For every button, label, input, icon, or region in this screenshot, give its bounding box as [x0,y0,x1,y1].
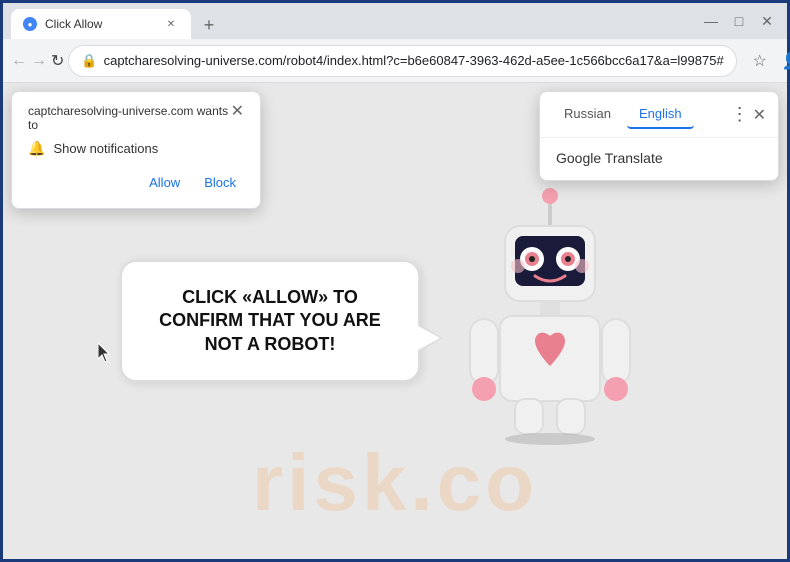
bell-icon: 🔔 [28,140,45,157]
translate-header: Russian English ⋮ ✕ [540,92,778,138]
russian-tab[interactable]: Russian [552,100,623,129]
english-tab[interactable]: English [627,100,694,129]
popup-close-button[interactable]: ✕ [231,104,244,120]
back-button[interactable]: ← [11,47,27,75]
translate-body: Google Translate [540,138,778,180]
url-text: captcharesolving-universe.com/robot4/ind… [104,53,724,68]
window-controls: — □ ✕ [699,9,779,33]
robot-illustration [450,171,670,471]
notification-label: Show notifications [53,141,158,156]
translate-more-button[interactable]: ⋮ [731,104,749,125]
title-bar: ● Click Allow ✕ + — □ ✕ [3,3,787,39]
tab-strip: ● Click Allow ✕ + [11,3,687,39]
reload-button[interactable]: ↻ [51,47,64,75]
speech-bubble: CLICK «ALLOW» TO CONFIRM THAT YOU ARE NO… [120,260,420,382]
translate-service-label: Google Translate [556,150,663,166]
maximize-button[interactable]: □ [727,9,751,33]
close-button[interactable]: ✕ [755,9,779,33]
bubble-text: CLICK «ALLOW» TO CONFIRM THAT YOU ARE NO… [150,286,390,356]
mouse-cursor [98,343,110,361]
tab-close-button[interactable]: ✕ [163,16,179,32]
tab-title: Click Allow [45,17,155,31]
block-button[interactable]: Block [196,169,244,196]
popup-site-text: captcharesolving-universe.com wants to [28,104,231,132]
minimize-button[interactable]: — [699,9,723,33]
main-layout: CLICK «ALLOW» TO CONFIRM THAT YOU ARE NO… [120,171,670,471]
toolbar-icons: ☆ 👤 ⋮ [745,46,790,76]
active-tab[interactable]: ● Click Allow ✕ [11,9,191,39]
forward-button[interactable]: → [31,47,47,75]
content-area: risk.co captcharesolving-universe.com wa… [3,83,787,559]
robot-svg [450,171,650,451]
lock-icon: 🔒 [81,53,97,69]
popup-header: captcharesolving-universe.com wants to ✕ [28,104,244,132]
translate-close-button[interactable]: ✕ [753,105,766,125]
popup-buttons: Allow Block [28,169,244,196]
bookmark-button[interactable]: ☆ [745,46,775,76]
url-bar[interactable]: 🔒 captcharesolving-universe.com/robot4/i… [68,45,736,77]
allow-button[interactable]: Allow [141,169,188,196]
notification-popup: captcharesolving-universe.com wants to ✕… [11,91,261,209]
translate-popup: Russian English ⋮ ✕ Google Translate [539,91,779,181]
notification-row: 🔔 Show notifications [28,140,244,157]
browser-window: ● Click Allow ✕ + — □ ✕ ← → ↻ 🔒 captchar… [3,3,787,559]
tab-favicon: ● [23,17,37,31]
profile-button[interactable]: 👤 [777,46,790,76]
address-bar: ← → ↻ 🔒 captcharesolving-universe.com/ro… [3,39,787,83]
new-tab-button[interactable]: + [195,11,223,39]
